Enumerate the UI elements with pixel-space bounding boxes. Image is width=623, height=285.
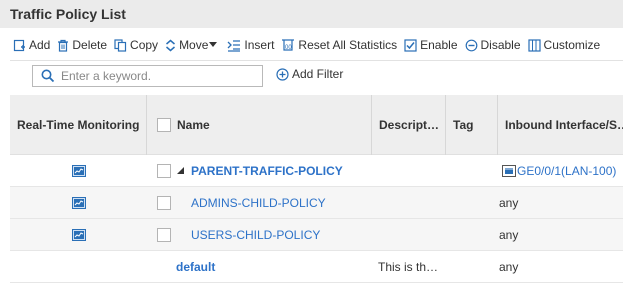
customize-button[interactable]: Customize bbox=[527, 38, 601, 52]
inbound-interface-cell: any bbox=[499, 195, 519, 210]
search-box[interactable] bbox=[32, 65, 263, 87]
description-cell bbox=[378, 219, 448, 250]
page-title: Traffic Policy List bbox=[0, 0, 623, 28]
row-checkbox-cell bbox=[157, 219, 177, 250]
policy-name-link[interactable]: default bbox=[176, 251, 366, 282]
search-input[interactable] bbox=[61, 69, 261, 83]
move-label: Move bbox=[179, 38, 209, 52]
toolbar: Add Delete Copy Move Insert 00 Reset All… bbox=[0, 32, 623, 58]
table-row[interactable]: ADMINS-CHILD-POLICY any bbox=[10, 187, 623, 219]
delete-label: Delete bbox=[72, 38, 108, 52]
add-icon bbox=[13, 39, 25, 51]
insert-button[interactable]: Insert bbox=[227, 38, 274, 52]
row-checkbox[interactable] bbox=[157, 163, 171, 178]
search-icon bbox=[41, 69, 55, 83]
dropdown-arrow-icon bbox=[209, 42, 218, 47]
monitor-cell bbox=[72, 187, 92, 218]
copy-button[interactable]: Copy bbox=[114, 38, 158, 52]
row-checkbox-cell bbox=[157, 187, 177, 218]
tag-cell bbox=[452, 155, 496, 186]
row-checkbox[interactable] bbox=[157, 227, 171, 242]
add-filter-button[interactable]: Add Filter bbox=[276, 67, 343, 81]
monitor-cell bbox=[72, 155, 92, 186]
policy-name-link[interactable]: PARENT-TRAFFIC-POLICY bbox=[191, 155, 371, 186]
policy-name-link[interactable]: USERS-CHILD-POLICY bbox=[191, 219, 371, 250]
table-row[interactable]: PARENT-TRAFFIC-POLICY GE0/0/1(LAN-100) bbox=[10, 155, 623, 187]
inbound-interface-cell: GE0/0/1(LAN-100) bbox=[502, 155, 623, 186]
move-updown-icon bbox=[166, 39, 176, 51]
delete-button[interactable]: Delete bbox=[57, 38, 107, 52]
disable-button[interactable]: Disable bbox=[465, 38, 521, 52]
column-header-tag[interactable]: Tag bbox=[446, 95, 498, 155]
inbound-interface-cell: any bbox=[499, 227, 519, 242]
table-header: Real-Time Monitoring Name Descript… Tag … bbox=[10, 95, 623, 155]
svg-text:00: 00 bbox=[285, 45, 292, 51]
enable-button[interactable]: Enable bbox=[404, 38, 458, 52]
tag-cell bbox=[452, 251, 496, 282]
collapse-triangle-icon[interactable] bbox=[177, 166, 185, 175]
add-button[interactable]: Add bbox=[13, 38, 50, 52]
insert-icon bbox=[227, 39, 241, 52]
reset-counter-icon: 00 bbox=[282, 39, 295, 51]
policy-table: Real-Time Monitoring Name Descript… Tag … bbox=[10, 95, 623, 283]
disable-label: Disable bbox=[480, 38, 521, 52]
add-circle-icon bbox=[276, 67, 289, 81]
tag-cell bbox=[452, 187, 496, 218]
monitor-cell bbox=[72, 219, 92, 250]
monitor-chart-icon[interactable] bbox=[72, 228, 86, 241]
row-checkbox[interactable] bbox=[157, 195, 171, 210]
column-header-inbound-interface[interactable]: Inbound Interface/S… bbox=[498, 95, 623, 155]
move-button[interactable]: Move bbox=[165, 38, 220, 52]
description-cell: This is th… bbox=[378, 259, 439, 274]
monitor-chart-icon[interactable] bbox=[72, 196, 86, 209]
description-cell bbox=[378, 187, 448, 218]
checkbox-checked-icon bbox=[404, 38, 417, 52]
reset-label: Reset All Statistics bbox=[298, 38, 398, 52]
tag-cell bbox=[452, 219, 496, 250]
enable-label: Enable bbox=[420, 38, 458, 52]
search-row: Add Filter bbox=[10, 60, 623, 92]
table-row[interactable]: USERS-CHILD-POLICY any bbox=[10, 219, 623, 251]
column-header-monitoring[interactable]: Real-Time Monitoring bbox=[10, 95, 147, 155]
add-filter-label: Add Filter bbox=[292, 67, 344, 81]
description-cell bbox=[378, 155, 448, 186]
inbound-interface-cell: any bbox=[499, 259, 519, 274]
policy-name-link[interactable]: ADMINS-CHILD-POLICY bbox=[191, 187, 371, 218]
select-all-checkbox[interactable] bbox=[157, 118, 171, 132]
column-header-name[interactable]: Name bbox=[147, 95, 372, 155]
customize-label: Customize bbox=[543, 38, 601, 52]
copy-label: Copy bbox=[130, 38, 159, 52]
trash-icon bbox=[58, 39, 69, 52]
columns-icon bbox=[527, 38, 541, 52]
inbound-interface-link[interactable]: GE0/0/1(LAN-100) bbox=[517, 164, 616, 178]
minus-circle-icon bbox=[465, 39, 477, 51]
row-checkbox-cell bbox=[157, 155, 177, 186]
column-header-description[interactable]: Descript… bbox=[372, 95, 446, 155]
expand-cell bbox=[177, 155, 189, 186]
interface-port-icon bbox=[502, 164, 516, 177]
reset-statistics-button[interactable]: 00 Reset All Statistics bbox=[281, 38, 397, 52]
insert-label: Insert bbox=[244, 38, 275, 52]
table-row[interactable]: default This is th… any bbox=[10, 251, 623, 283]
add-label: Add bbox=[29, 38, 51, 52]
monitor-chart-icon[interactable] bbox=[72, 164, 86, 177]
copy-icon bbox=[114, 38, 127, 52]
